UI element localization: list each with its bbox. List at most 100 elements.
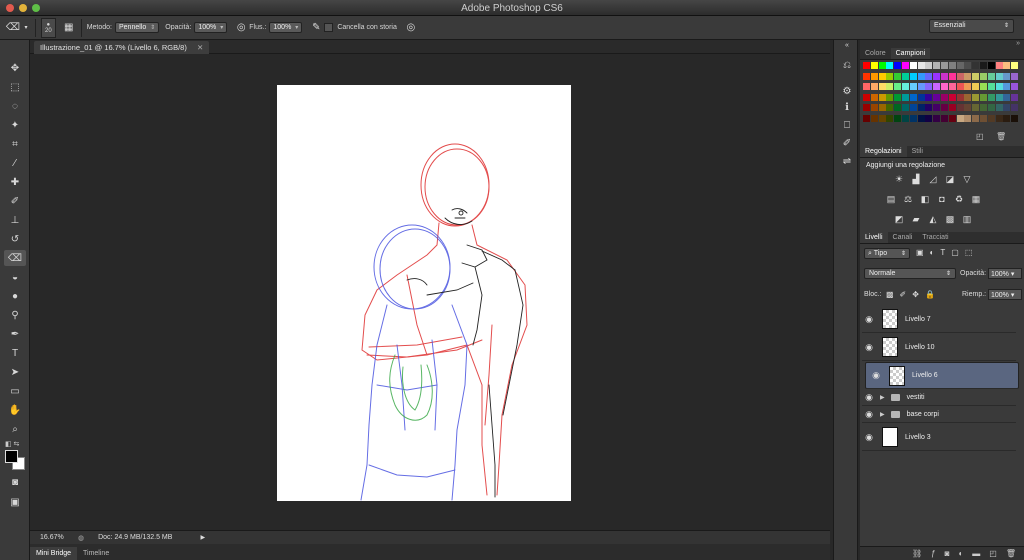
pressure-opacity-icon[interactable]: ◎ [233, 22, 249, 33]
color-swatch[interactable] [863, 93, 870, 101]
brush-panel-icon[interactable]: ✐ [839, 136, 855, 150]
tab-adjustments[interactable]: Regolazioni [860, 146, 907, 157]
new-layer-icon[interactable]: ◰ [989, 549, 997, 558]
brush-presets-panel-icon[interactable]: ⎕ [839, 118, 855, 132]
brush-preset-picker[interactable]: ● 20 [41, 17, 56, 38]
color-swatch[interactable] [964, 93, 972, 101]
color-swatch[interactable] [886, 72, 894, 80]
color-swatch[interactable] [964, 62, 972, 69]
color-swatch[interactable] [1011, 72, 1019, 80]
threshold-icon[interactable]: ◭ [927, 214, 939, 224]
eraser-tool-icon[interactable]: ⌫ [4, 22, 22, 33]
zoom-level[interactable]: 16.67% [40, 534, 72, 541]
layer-style-icon[interactable]: ƒ [931, 549, 935, 558]
color-swatch[interactable] [925, 104, 933, 111]
brush-tool-icon[interactable]: ✐ [4, 193, 26, 209]
color-swatch[interactable] [956, 62, 964, 69]
airbrush-icon[interactable]: ✎ [308, 22, 324, 33]
eye-icon[interactable]: ◉ [862, 392, 876, 403]
color-swatch[interactable] [987, 104, 995, 111]
tab-timeline[interactable]: Timeline [77, 547, 115, 560]
color-swatch[interactable] [917, 114, 925, 122]
color-swatch[interactable] [894, 93, 902, 101]
color-swatch[interactable] [933, 93, 941, 101]
color-swatch[interactable] [894, 62, 902, 69]
opacity-field[interactable]: 100% ▾ [194, 22, 228, 33]
foreground-color-swatch[interactable] [5, 450, 18, 463]
color-swatch[interactable] [886, 83, 894, 90]
color-swatch[interactable] [878, 72, 886, 80]
layer-filter-icons[interactable]: ▣◐T▢⬚ [916, 248, 978, 257]
document-canvas[interactable] [277, 85, 571, 501]
color-swatch[interactable] [870, 93, 878, 101]
tab-color[interactable]: Colore [860, 48, 891, 59]
status-menu-arrow-icon[interactable]: ▶ [200, 534, 205, 541]
color-swatch[interactable] [980, 72, 987, 80]
color-swatch[interactable] [886, 114, 894, 122]
color-swatch[interactable] [902, 83, 909, 90]
blend-mode-select[interactable]: Normale ⇕ [864, 268, 956, 279]
paint-bucket-tool-icon[interactable]: ◒ [4, 269, 26, 285]
color-swatch[interactable] [863, 104, 870, 111]
mode-select[interactable]: Pennello ⇕ [114, 22, 160, 33]
color-swatch[interactable] [933, 72, 941, 80]
color-swatch[interactable] [870, 104, 878, 111]
color-swatch[interactable] [878, 114, 886, 122]
move-tool-icon[interactable]: ✥ [4, 60, 26, 76]
type-tool-icon[interactable]: T [4, 345, 26, 361]
color-swatch[interactable] [902, 114, 909, 122]
expand-arrow-icon[interactable]: ▶ [880, 394, 885, 401]
color-swatch[interactable] [863, 72, 870, 80]
layer-row-selected[interactable]: ◉ Livello 6 [865, 362, 1019, 389]
trash-icon[interactable]: 🗑 [996, 132, 1006, 141]
color-swatch[interactable] [1011, 114, 1019, 122]
color-swatch[interactable] [863, 83, 870, 90]
color-swatch[interactable] [870, 114, 878, 122]
color-swatch[interactable] [886, 62, 894, 69]
eye-icon[interactable]: ◉ [862, 314, 876, 325]
tab-styles[interactable]: Stili [907, 146, 928, 157]
rectangle-tool-icon[interactable]: ▭ [4, 383, 26, 399]
color-swatch[interactable] [925, 62, 933, 69]
erase-history-checkbox[interactable]: Cancella con storia [324, 23, 397, 32]
color-swatch[interactable] [909, 72, 917, 80]
color-swatch[interactable] [956, 83, 964, 90]
color-swatch[interactable] [863, 62, 870, 69]
pen-tool-icon[interactable]: ✒ [4, 326, 26, 342]
color-swatch[interactable] [1003, 83, 1011, 90]
dodge-tool-icon[interactable]: ⚲ [4, 307, 26, 323]
color-swatch[interactable] [941, 62, 948, 69]
color-swatch[interactable] [909, 83, 917, 90]
invert-icon[interactable]: ◩ [893, 214, 905, 224]
eraser-tool-icon[interactable]: ⌫ [4, 250, 26, 266]
hue-saturation-icon[interactable]: ▤ [885, 194, 897, 204]
color-swatch[interactable] [933, 114, 941, 122]
color-swatch[interactable] [948, 62, 956, 69]
properties-panel-icon[interactable]: ⚙ [839, 84, 855, 98]
blur-tool-icon[interactable]: ● [4, 288, 26, 304]
color-swatch[interactable] [941, 83, 948, 90]
color-swatch[interactable] [894, 104, 902, 111]
color-swatch[interactable] [956, 104, 964, 111]
hand-tool-icon[interactable]: ✋ [4, 402, 26, 418]
canvas-area[interactable] [30, 54, 830, 530]
color-swatch[interactable] [948, 72, 956, 80]
color-swatch[interactable] [894, 114, 902, 122]
color-swatch[interactable] [870, 62, 878, 69]
color-swatch[interactable] [995, 62, 1003, 69]
color-swatch[interactable] [972, 104, 980, 111]
color-swatch[interactable] [878, 104, 886, 111]
color-swatch[interactable] [972, 83, 980, 90]
document-tab[interactable]: Illustrazione_01 @ 16.7% (Livello 6, RGB… [34, 41, 210, 54]
gradient-map-icon[interactable]: ▥ [961, 214, 973, 224]
zoom-tool-icon[interactable]: ⌕ [4, 421, 26, 437]
color-swatch[interactable] [886, 104, 894, 111]
close-tab-icon[interactable]: ✕ [197, 43, 203, 52]
color-swatch[interactable] [878, 62, 886, 69]
color-lookup-icon[interactable]: ▦ [970, 194, 982, 204]
color-swatch[interactable] [964, 114, 972, 122]
eye-icon[interactable]: ◉ [862, 342, 876, 353]
collapse-panels-icon[interactable]: » [860, 40, 1024, 48]
color-swatch[interactable] [1011, 62, 1019, 69]
color-swatch[interactable] [933, 83, 941, 90]
